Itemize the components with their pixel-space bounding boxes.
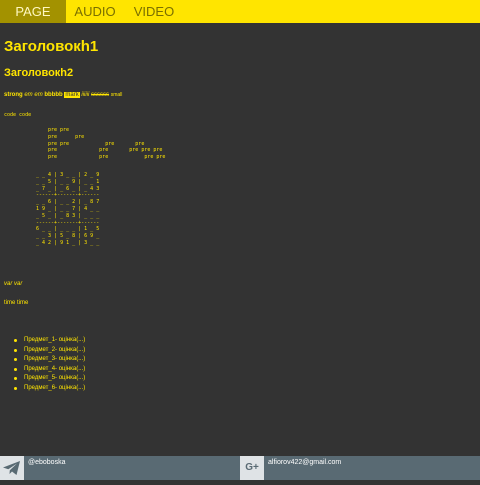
telegram-handle[interactable]: @eboboska xyxy=(28,456,65,474)
bold-text: bbbbb xyxy=(44,92,63,98)
var-text: var var xyxy=(4,281,23,287)
strong-text: strong xyxy=(4,92,23,98)
list-item: Предмет_1- оцінка(...) xyxy=(14,336,85,346)
list-item: Предмет_4- оцінка(...) xyxy=(14,365,85,375)
google-plus-icon[interactable]: G+ xyxy=(240,456,264,480)
small-text: small xyxy=(110,92,123,98)
time-text: time time xyxy=(4,300,29,306)
telegram-icon[interactable] xyxy=(0,456,24,480)
em-text-1: em xyxy=(24,92,33,98)
footer: @eboboska G+ alfiorov422@gmail.com xyxy=(0,456,480,480)
em-text-2: em xyxy=(34,92,43,98)
code-text: code code xyxy=(4,112,32,118)
email-link[interactable]: alfiorov422@gmail.com xyxy=(268,456,341,474)
italic-text: iiiiii xyxy=(81,92,90,98)
subjects-list: Предмет_1- оцінка(...) Предмет_2- оцінка… xyxy=(14,336,85,394)
tab-audio[interactable]: AUDIO xyxy=(66,0,124,23)
top-navigation-bar: PAGE AUDIO VIDEO xyxy=(0,0,480,23)
list-item: Предмет_2- оцінка(...) xyxy=(14,346,85,356)
tab-video[interactable]: VIDEO xyxy=(124,0,184,23)
tab-page[interactable]: PAGE xyxy=(0,0,66,23)
list-item: Предмет_6- оцінка(...) xyxy=(14,384,85,394)
list-item: Предмет_5- оцінка(...) xyxy=(14,374,85,384)
heading-h2: Заголовокh2 xyxy=(4,67,74,79)
list-item: Предмет_3- оцінка(...) xyxy=(14,355,85,365)
heading-h1: Заголовокh1 xyxy=(4,38,99,55)
mark-text: mark xyxy=(64,92,80,98)
inline-elements-line: strong em em bbbbb mark iiiiii ssssss sm… xyxy=(4,92,122,98)
sudoku-grid: _ _ 4 | 3 _ _ | 2 _ 9 _ _ 5 | _ _ 9 | _ … xyxy=(36,172,100,246)
strikethrough-text: ssssss xyxy=(91,92,110,98)
pre-block: pre pre pre pre pre pre pre pre pre pre … xyxy=(48,127,166,161)
